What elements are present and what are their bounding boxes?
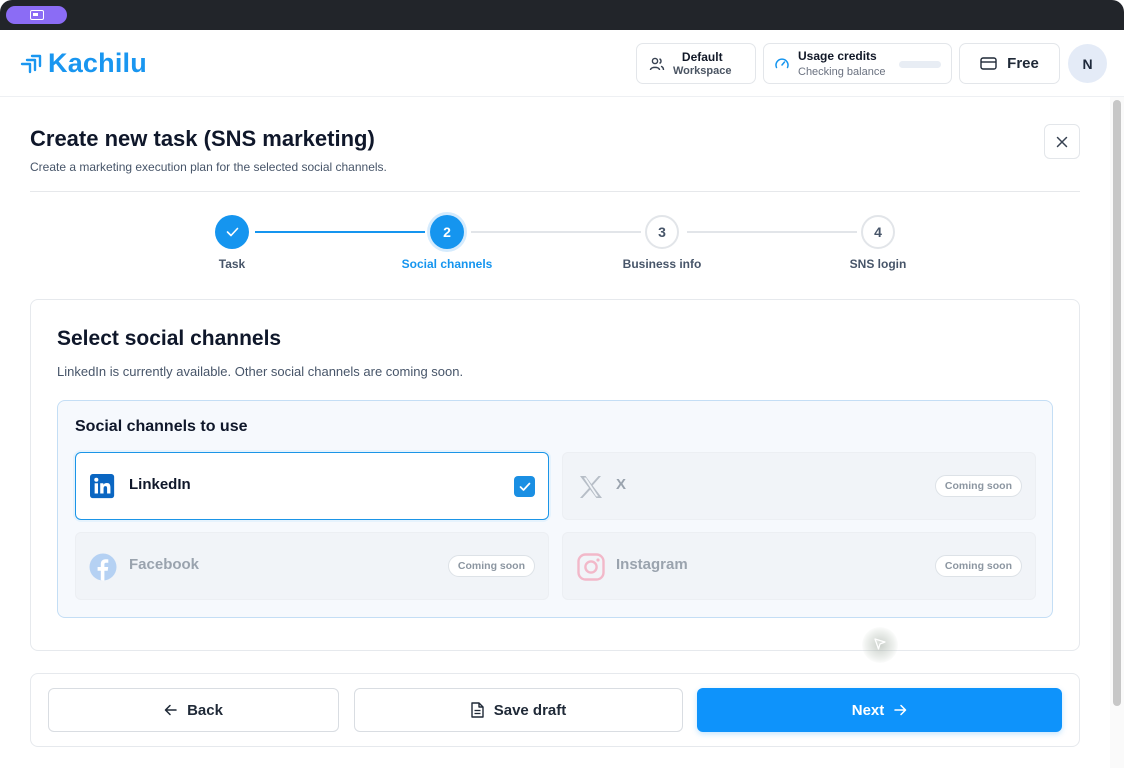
channel-option-linkedin[interactable]: LinkedIn xyxy=(75,452,549,520)
check-icon xyxy=(226,227,238,237)
brand-name: Kachilu xyxy=(48,48,147,78)
select-channels-title: Select social channels xyxy=(57,327,282,350)
workspace-name: Default xyxy=(681,49,723,64)
facebook-icon xyxy=(89,553,117,581)
coming-soon-badge: Coming soon xyxy=(447,555,535,577)
channel-name-facebook: Facebook xyxy=(129,556,200,573)
arrow-right-icon xyxy=(894,704,907,716)
save-draft-label: Save draft xyxy=(493,701,567,719)
page-subtitle: Create a marketing execution plan for th… xyxy=(30,160,387,174)
credit-card-icon xyxy=(980,57,997,70)
linkedin-icon xyxy=(90,474,115,499)
step-1-circle[interactable] xyxy=(215,215,249,249)
workspace-switcher[interactable]: Default Workspace xyxy=(636,43,756,84)
gauge-icon xyxy=(775,57,789,68)
next-button[interactable]: Next xyxy=(697,688,1062,732)
os-title-bar xyxy=(0,0,1124,30)
header-divider xyxy=(30,191,1080,192)
step-4-label: SNS login xyxy=(849,257,907,271)
save-draft-button[interactable]: Save draft xyxy=(354,688,683,732)
channels-group-title: Social channels to use xyxy=(75,418,248,435)
credits-status: Checking balance xyxy=(798,65,886,78)
step-1-label: Task xyxy=(218,257,246,271)
channel-name-instagram: Instagram xyxy=(616,556,688,573)
step-connector-1 xyxy=(255,231,425,233)
back-button[interactable]: Back xyxy=(48,688,339,732)
step-connector-3 xyxy=(687,231,857,233)
page-title: Create new task (SNS marketing) xyxy=(30,126,375,151)
plan-label: Free xyxy=(1007,55,1039,72)
instagram-icon xyxy=(577,553,605,581)
step-2-circle[interactable]: 2 xyxy=(430,215,464,249)
arrow-left-icon xyxy=(164,704,177,716)
coming-soon-badge: Coming soon xyxy=(934,555,1022,577)
coming-soon-badge: Coming soon xyxy=(934,475,1022,497)
screen-share-indicator[interactable] xyxy=(6,6,67,24)
logo-mark-icon xyxy=(20,54,42,73)
avatar[interactable]: N xyxy=(1068,44,1107,83)
brand-logo[interactable]: Kachilu xyxy=(20,48,147,79)
scrollbar-thumb[interactable] xyxy=(1113,100,1121,706)
x-icon xyxy=(580,476,602,498)
close-button[interactable] xyxy=(1044,124,1080,159)
channel-name-x: X xyxy=(616,476,627,493)
credits-title: Usage credits xyxy=(798,48,877,63)
monitor-icon xyxy=(30,10,44,20)
credits-loading-bar xyxy=(899,61,941,68)
plan-button[interactable]: Free xyxy=(959,43,1060,84)
step-3-circle[interactable]: 3 xyxy=(645,215,679,249)
select-channels-subtitle: LinkedIn is currently available. Other s… xyxy=(57,364,464,379)
channel-option-facebook[interactable]: Facebook Coming soon xyxy=(75,532,549,600)
step-2-label: Social channels xyxy=(401,257,493,271)
workspace-label: Workspace xyxy=(673,64,732,77)
back-label: Back xyxy=(187,701,223,719)
document-icon xyxy=(471,702,484,718)
next-label: Next xyxy=(851,701,885,719)
app-header: Kachilu Default Workspace Usage credits … xyxy=(0,30,1124,97)
step-3-label: Business info xyxy=(622,257,702,271)
users-icon xyxy=(649,57,665,70)
close-icon xyxy=(1056,136,1068,147)
channel-name-linkedin: LinkedIn xyxy=(129,476,191,493)
step-4-circle[interactable]: 4 xyxy=(861,215,895,249)
check-icon xyxy=(519,482,530,491)
channel-option-instagram[interactable]: Instagram Coming soon xyxy=(562,532,1036,600)
usage-credits[interactable]: Usage credits Checking balance xyxy=(763,43,952,84)
pointer-icon xyxy=(874,638,886,650)
step-connector-2 xyxy=(471,231,641,233)
mouse-cursor xyxy=(862,627,898,663)
channel-checkbox-linkedin[interactable] xyxy=(514,476,535,497)
channel-option-x[interactable]: X Coming soon xyxy=(562,452,1036,520)
